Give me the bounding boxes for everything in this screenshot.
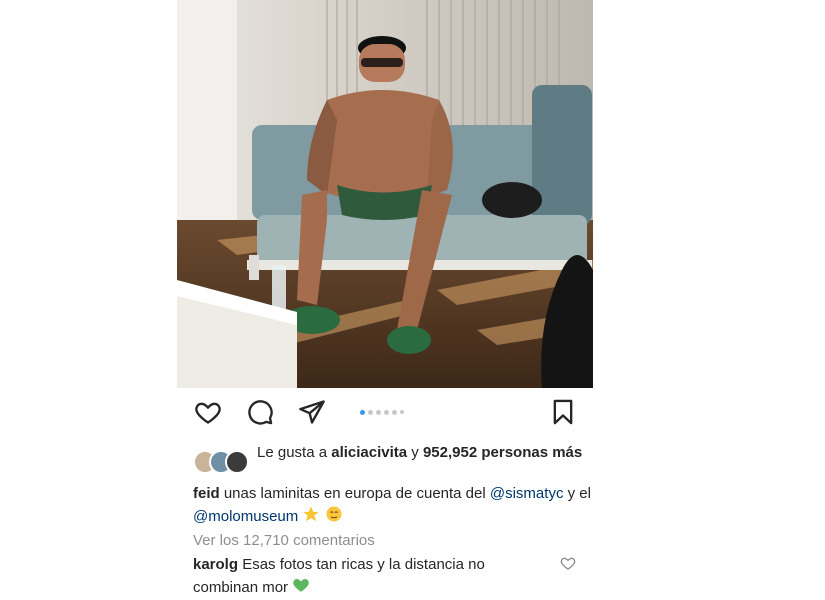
likes-count[interactable]: 952,952 personas más — [423, 444, 582, 461]
caption-mention[interactable]: @molomuseum — [193, 508, 298, 525]
bookmark-icon[interactable] — [549, 398, 577, 426]
comment: karolg Esas fotos tan ricas y la distanc… — [193, 554, 533, 600]
caption-connector: y el — [567, 485, 591, 502]
comment-username[interactable]: karolg — [193, 556, 238, 573]
green-heart-emoji-icon — [292, 576, 310, 600]
view-all-comments[interactable]: Ver los 12,710 comentarios — [193, 532, 375, 549]
post-caption: feid unas laminitas en europa de cuenta … — [193, 483, 593, 529]
caption-username[interactable]: feid — [193, 485, 220, 502]
likes-text: Le gusta a aliciacivita y 952,952 person… — [257, 442, 593, 463]
likes-summary[interactable]: Le gusta a aliciacivita y 952,952 person… — [193, 442, 593, 474]
likes-user[interactable]: aliciacivita — [331, 444, 407, 461]
likes-prefix: Le gusta a — [257, 444, 328, 461]
carousel-dot — [400, 410, 404, 414]
post-photo[interactable] — [177, 0, 593, 388]
post-image — [177, 0, 593, 388]
carousel-dot — [360, 410, 365, 415]
post-actions — [177, 398, 593, 432]
heart-icon[interactable] — [194, 398, 222, 426]
caption-text: unas laminitas en europa de cuenta del — [223, 485, 486, 502]
carousel-dot — [392, 410, 397, 415]
liker-avatars — [193, 450, 253, 474]
avatar — [225, 450, 249, 474]
carousel-dot — [368, 410, 373, 415]
send-icon[interactable] — [298, 398, 326, 426]
carousel-dot — [376, 410, 381, 415]
comment-icon[interactable] — [246, 398, 274, 426]
star-emoji-icon — [302, 505, 320, 530]
likes-connector: y — [411, 444, 419, 461]
relieved-face-emoji-icon — [325, 505, 343, 530]
caption-mention[interactable]: @sismatyc — [490, 485, 564, 502]
carousel-dot — [384, 410, 389, 415]
comment-like-heart-icon[interactable] — [560, 555, 576, 571]
